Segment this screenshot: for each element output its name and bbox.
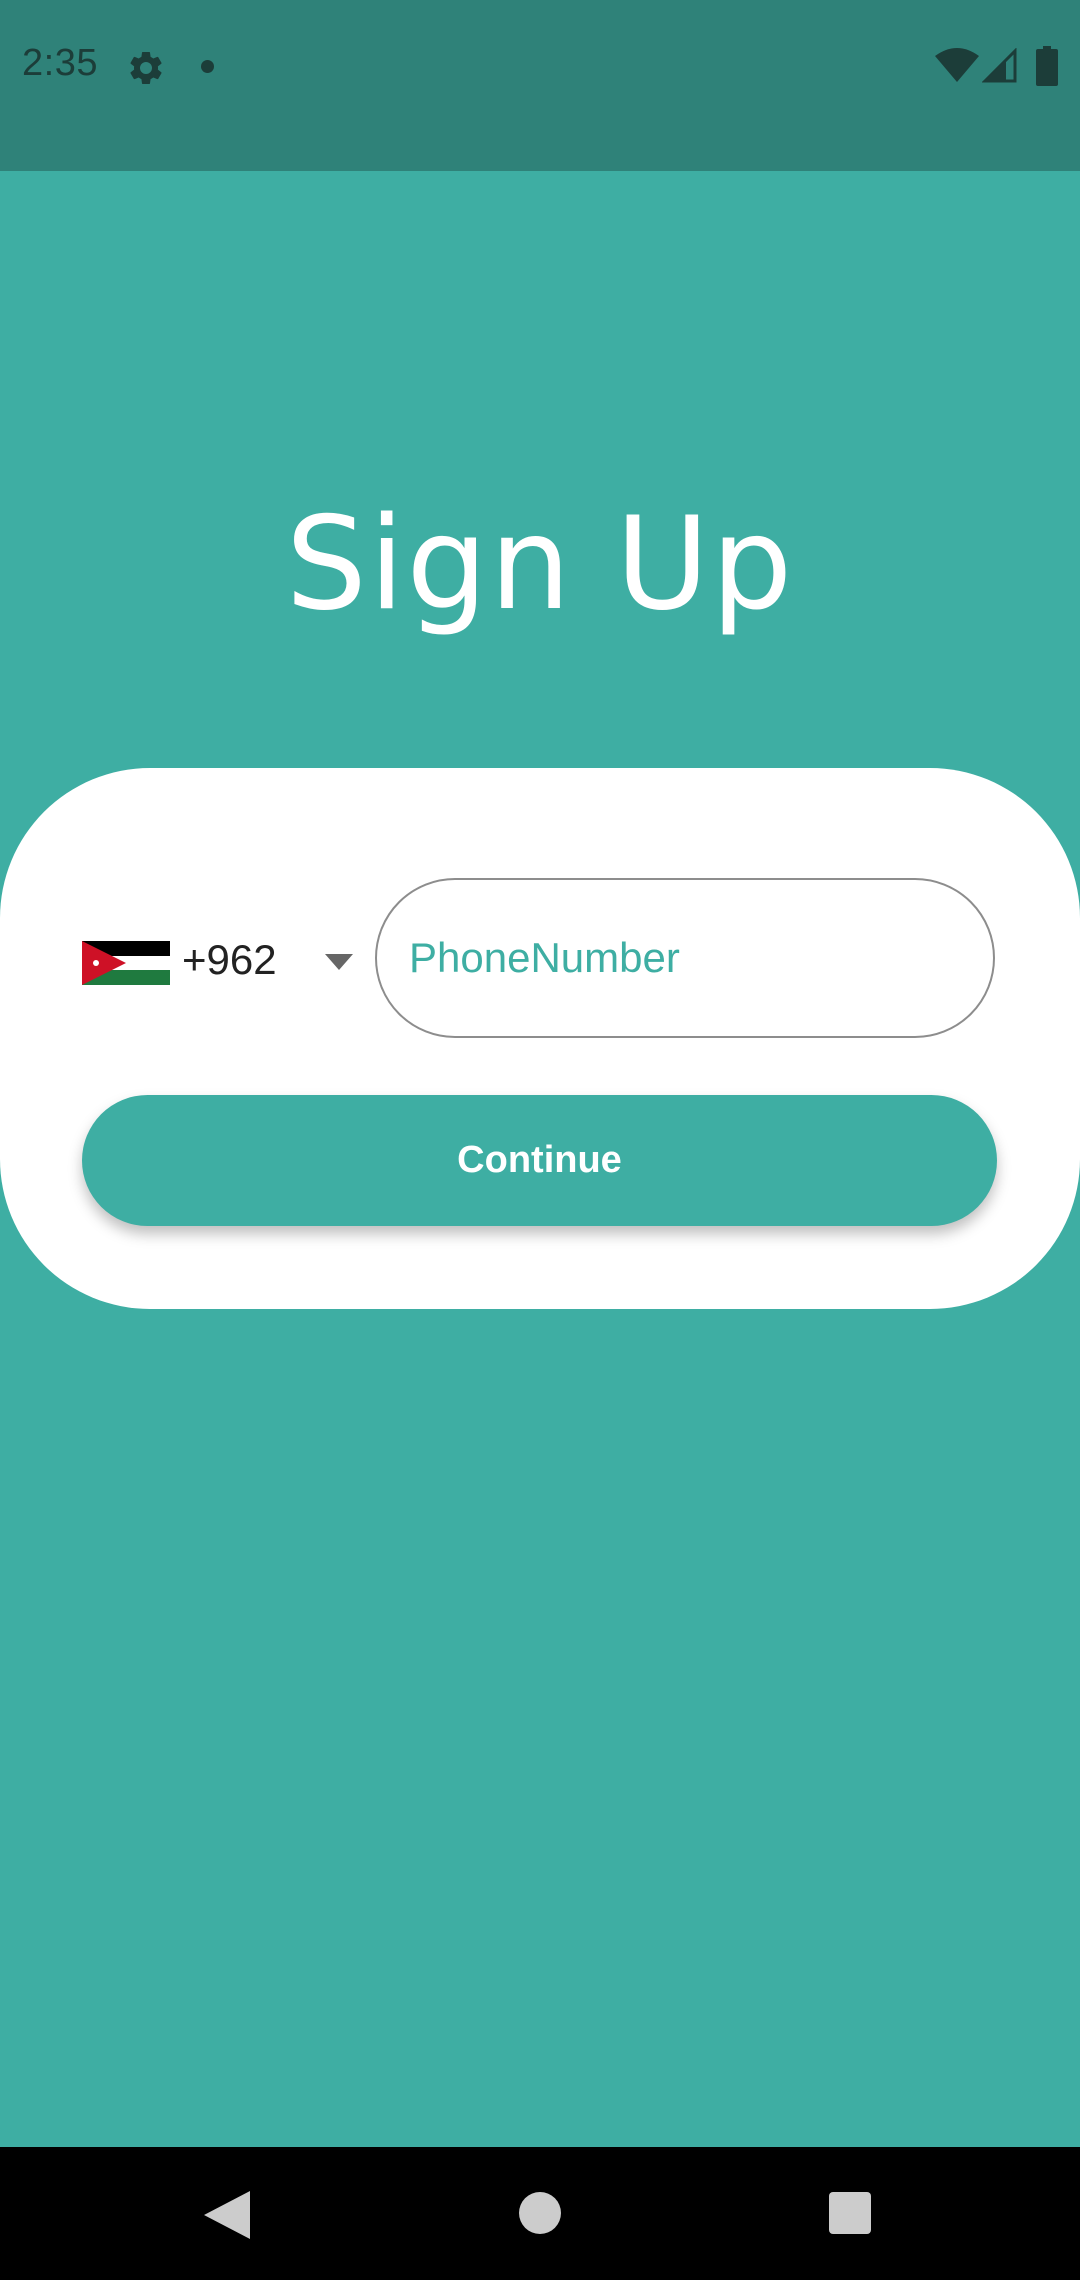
back-icon[interactable]: [204, 2191, 250, 2239]
continue-button[interactable]: Continue: [82, 1095, 997, 1226]
status-bar: 2:35: [0, 0, 1080, 171]
home-icon[interactable]: [519, 2192, 561, 2234]
battery-icon: [1036, 46, 1058, 86]
jordan-flag-icon: [82, 941, 170, 985]
country-code-label: +962: [182, 936, 277, 983]
wifi-icon: [935, 48, 979, 82]
status-time: 2:35: [22, 42, 98, 84]
chevron-down-icon[interactable]: [325, 954, 353, 970]
navigation-bar: [0, 2147, 1080, 2280]
country-code-picker[interactable]: +962: [82, 926, 362, 996]
gear-icon: [130, 51, 162, 84]
signal-icon: [982, 48, 1017, 83]
recents-icon[interactable]: [829, 2192, 871, 2234]
signup-card: [0, 768, 1080, 1309]
phone-number-input[interactable]: [375, 878, 995, 1038]
notification-dot-icon: [201, 60, 214, 73]
page-title: Sign Up: [285, 490, 795, 639]
